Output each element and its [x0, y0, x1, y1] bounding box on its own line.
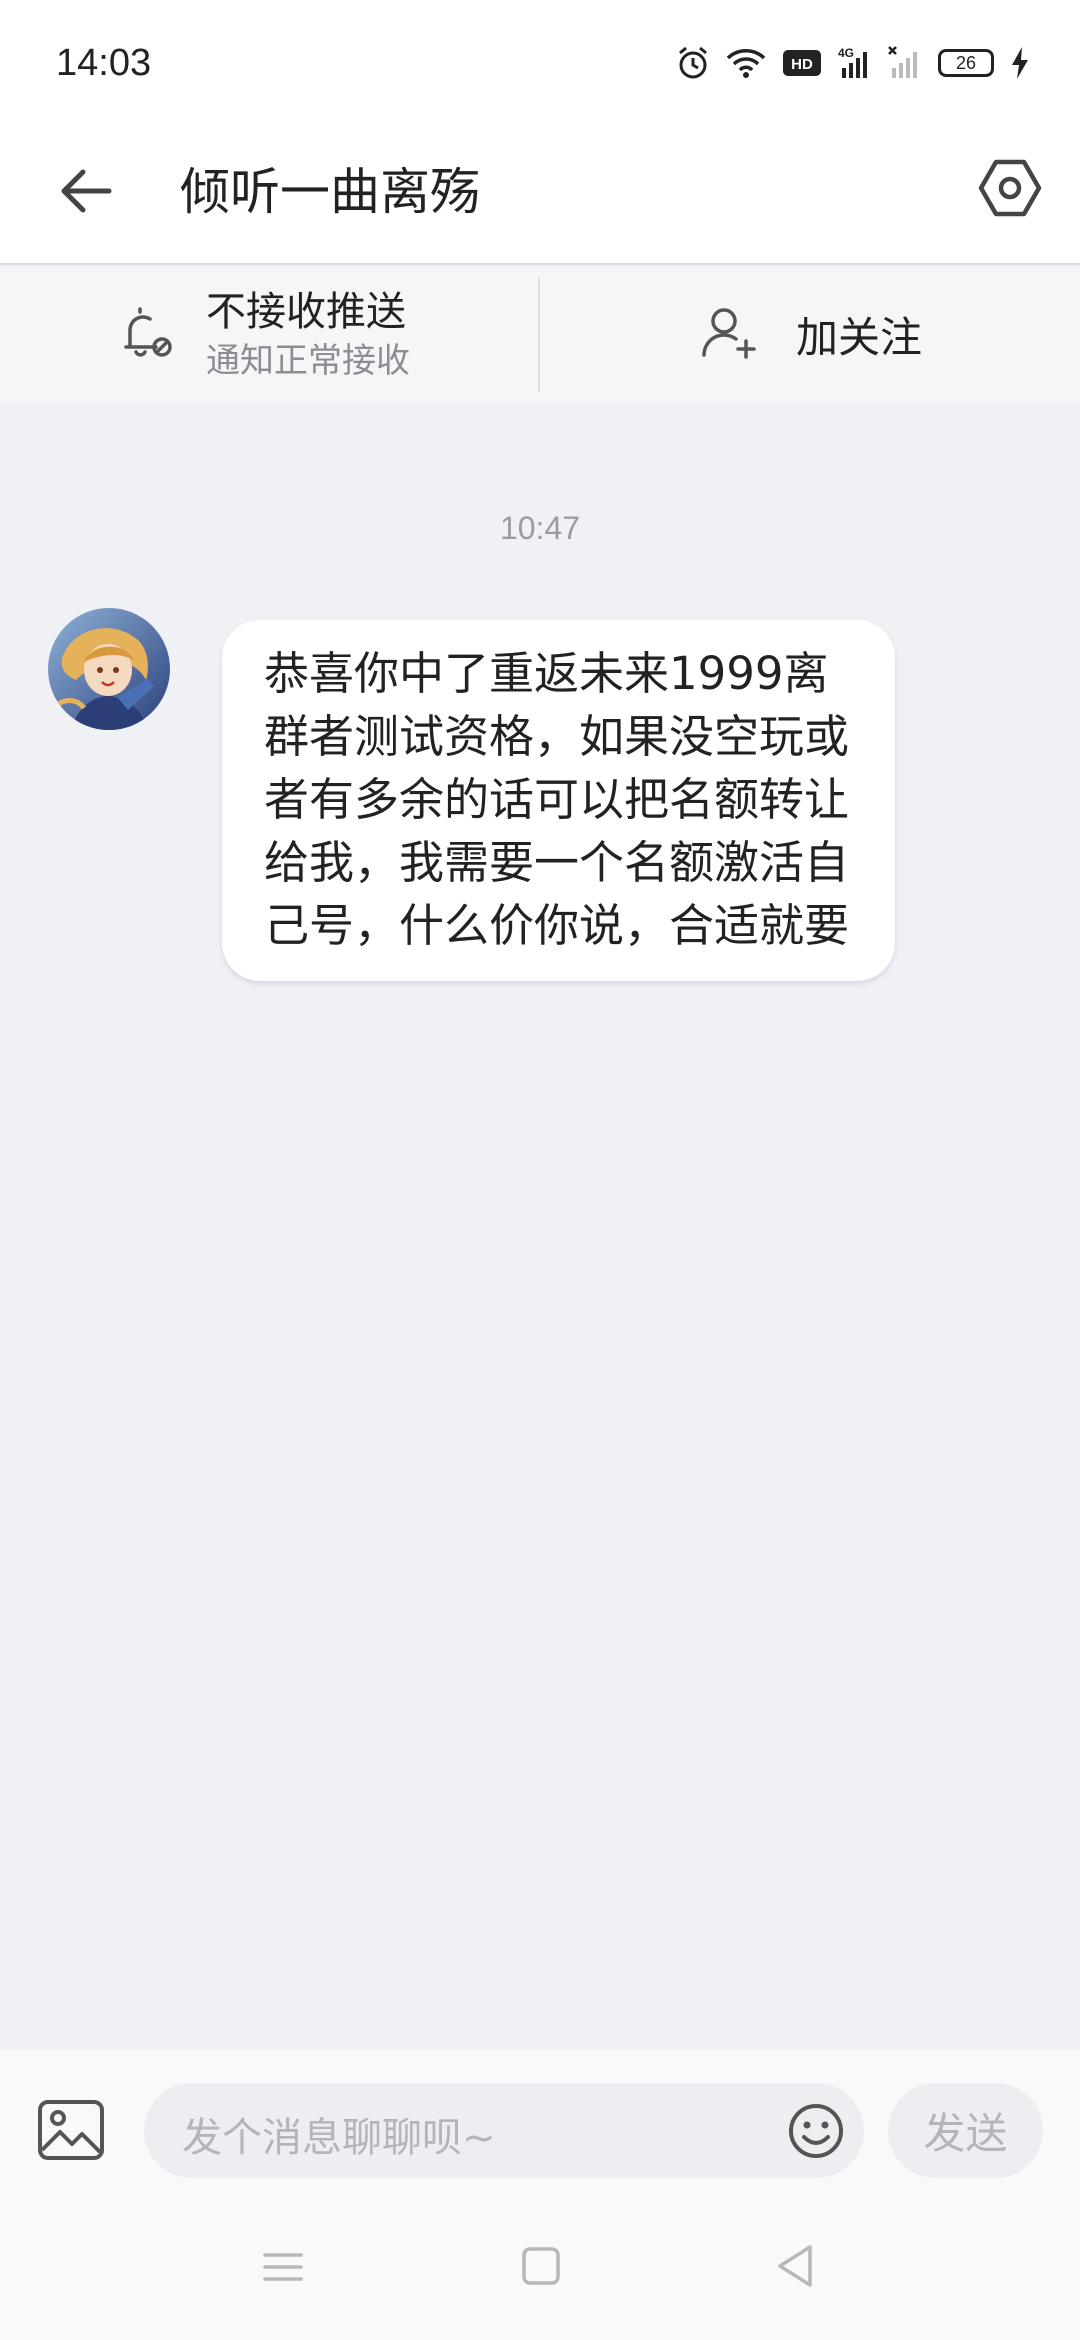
home-icon[interactable]	[520, 2245, 562, 2287]
message-text: 恭喜你中了重返未来1999离群者测试资格，如果没空玩或者有多余的话可以把名额转让…	[264, 647, 850, 952]
add-user-icon	[700, 303, 760, 367]
menu-icon[interactable]	[262, 2247, 304, 2287]
system-navbar	[0, 2205, 1080, 2340]
image-icon	[36, 2100, 106, 2166]
signal-no-sim-icon	[888, 46, 922, 80]
follow-button[interactable]: 加关注	[700, 267, 922, 402]
svg-text:4G: 4G	[838, 46, 854, 60]
send-button[interactable]: 发送	[888, 2083, 1043, 2178]
status-icons: HD 4G 26	[676, 46, 1030, 80]
avatar[interactable]	[48, 608, 170, 730]
composer-bar: 发个消息聊聊呗~ 发送	[0, 2050, 1080, 2205]
action-bar: 不接收推送 通知正常接收 加关注	[0, 267, 1080, 402]
emoji-icon	[786, 2104, 846, 2165]
page-title: 倾听一曲离殇	[180, 163, 480, 221]
back-button[interactable]	[50, 158, 120, 228]
push-title: 不接收推送	[206, 288, 406, 335]
message-timestamp: 10:47	[499, 510, 581, 546]
image-picker-button[interactable]	[36, 2098, 106, 2162]
svg-text:HD: HD	[791, 56, 813, 73]
arrow-left-icon	[57, 166, 113, 220]
back-triangle-icon[interactable]	[774, 2243, 816, 2289]
hd-icon: HD	[782, 48, 822, 78]
hexagon-settings-icon	[978, 156, 1042, 224]
chat-header: 倾听一曲离殇	[0, 130, 1080, 265]
settings-button[interactable]	[970, 150, 1050, 230]
battery-icon: 26	[938, 49, 994, 77]
message-bubble[interactable]: 恭喜你中了重返未来1999离群者测试资格，如果没空玩或者有多余的话可以把名额转让…	[222, 620, 895, 981]
status-bar: 14:03 HD 4G 26	[0, 0, 1080, 130]
message-input[interactable]: 发个消息聊聊呗~	[144, 2083, 864, 2178]
charging-icon	[1010, 46, 1030, 80]
follow-label: 加关注	[796, 313, 923, 362]
push-setting-button[interactable]: 不接收推送 通知正常接收	[116, 267, 410, 402]
bell-muted-icon	[116, 303, 176, 367]
push-subtitle: 通知正常接收	[206, 340, 410, 381]
message-input-placeholder: 发个消息聊聊呗~	[182, 2115, 496, 2161]
signal-4g-icon: 4G	[838, 46, 872, 80]
alarm-icon	[676, 46, 710, 80]
divider	[538, 277, 540, 392]
wifi-icon	[726, 47, 766, 79]
emoji-button[interactable]	[786, 2101, 846, 2161]
status-time: 14:03	[56, 42, 152, 84]
